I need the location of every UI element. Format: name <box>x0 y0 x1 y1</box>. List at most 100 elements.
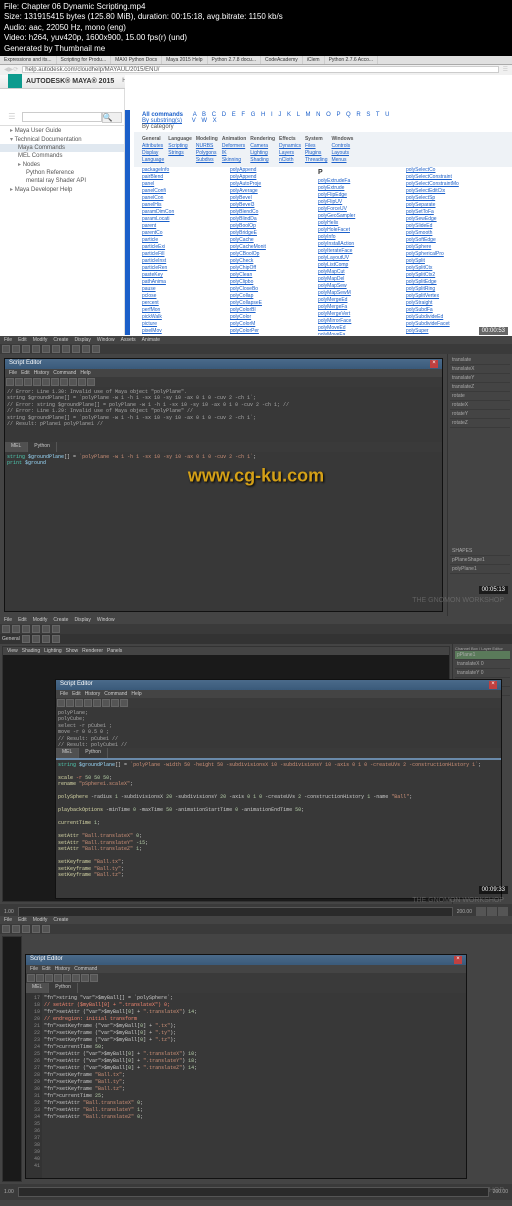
rp-item[interactable]: rotate <box>450 392 510 401</box>
cmd-link[interactable]: polyColorBl <box>230 307 310 314</box>
vp-menu[interactable]: Renderer <box>82 648 103 654</box>
obj-name[interactable]: pPlane1 <box>455 651 510 660</box>
cat-link[interactable]: Lighting <box>250 150 275 156</box>
se-tool[interactable] <box>81 974 89 982</box>
vp-menu[interactable]: Panels <box>107 648 122 654</box>
tool-button[interactable] <box>32 345 40 353</box>
cmd-link[interactable]: polyHoleFacet <box>318 227 398 234</box>
cat-link[interactable]: Display <box>142 150 164 156</box>
se-tool[interactable] <box>120 699 128 707</box>
cmd-link[interactable]: polySoftEdge <box>406 237 486 244</box>
menu-item[interactable]: File <box>4 337 12 343</box>
cmd-link[interactable]: polySelectConstraint <box>406 174 486 181</box>
cat-link[interactable]: Layers <box>279 150 301 156</box>
shelf-btn[interactable] <box>22 635 30 643</box>
shelf-btn[interactable] <box>42 635 50 643</box>
se-tool[interactable] <box>36 974 44 982</box>
cmd-link[interactable]: polySubdFa <box>406 307 486 314</box>
cmd-link[interactable]: pixelMov <box>142 328 222 335</box>
menu-item[interactable]: Assets <box>121 337 136 343</box>
tab-mel[interactable]: MEL <box>5 442 28 452</box>
menu-item[interactable]: File <box>4 917 12 923</box>
cmd-link[interactable]: polyClean <box>230 272 310 279</box>
se-menu[interactable]: History <box>34 370 50 376</box>
menu-item[interactable]: Create <box>53 617 68 623</box>
cat-link[interactable]: Plugins <box>305 150 328 156</box>
cmd-link[interactable]: polySeparate <box>406 202 486 209</box>
cat-link[interactable]: IK <box>222 150 246 156</box>
se-tool[interactable] <box>63 974 71 982</box>
cmd-link[interactable]: polyColorPer <box>230 328 310 335</box>
tab[interactable]: Maya 2015 Help <box>162 56 207 64</box>
cat-link[interactable]: Deformers <box>222 143 246 149</box>
close-icon[interactable]: × <box>430 360 438 368</box>
cmd-link[interactable]: polyMoveFa <box>318 332 398 335</box>
tool-button[interactable] <box>12 625 20 633</box>
se-input[interactable]: "fn">string "var">$myBall[] = `polySpher… <box>42 993 466 1178</box>
cmd-link[interactable]: polyClipbo <box>230 279 310 286</box>
cmd-link[interactable]: polySetToFa <box>406 209 486 216</box>
cat-link[interactable]: Skinning <box>222 157 246 163</box>
cmd-link[interactable]: polySplitVertex <box>406 293 486 300</box>
cmd-link[interactable]: polyMapCut <box>318 269 398 276</box>
cmd-link[interactable]: particleInst <box>142 258 222 265</box>
cmd-link[interactable]: polyListComp <box>318 262 398 269</box>
se-tool[interactable] <box>33 378 41 386</box>
tool-button[interactable] <box>2 925 10 933</box>
alpha-row1[interactable]: A B C D E F G H I J K L M N O P Q R S T … <box>193 112 392 118</box>
tree-shader[interactable]: mental ray Shader API <box>0 177 124 185</box>
cmd-link[interactable]: polyAppend <box>230 174 310 181</box>
tool-button[interactable] <box>2 625 10 633</box>
cmd-link[interactable]: polyAppend <box>230 167 310 174</box>
cmd-link[interactable]: panel <box>142 181 222 188</box>
vp-menu[interactable]: Lighting <box>44 648 62 654</box>
cmd-link[interactable]: polyChipOff <box>230 265 310 272</box>
cat-link[interactable]: Polygons <box>196 150 218 156</box>
tab[interactable]: iClem <box>303 56 325 64</box>
tool-button[interactable] <box>32 925 40 933</box>
cmd-link[interactable]: polySplitCtx2 <box>406 272 486 279</box>
cmd-link[interactable]: pause <box>142 286 222 293</box>
se-tool[interactable] <box>111 699 119 707</box>
tree-maya-cmds[interactable]: Maya Commands <box>0 144 124 152</box>
se-menu[interactable]: File <box>9 370 17 376</box>
cmd-link[interactable]: polyInfo <box>318 234 398 241</box>
tool-button[interactable] <box>12 345 20 353</box>
rp-item[interactable]: rotateY <box>450 410 510 419</box>
menu-item[interactable]: Edit <box>18 917 27 923</box>
cat-link[interactable]: Files <box>305 143 328 149</box>
se-tool[interactable] <box>69 378 77 386</box>
time-end[interactable]: 200.00 <box>457 909 472 915</box>
cmd-link[interactable]: paramLocati <box>142 216 222 223</box>
se-history[interactable]: // Error: Line 1.30: Invalid use of Maya… <box>5 387 442 442</box>
tool-button[interactable] <box>22 625 30 633</box>
se-tool[interactable] <box>84 699 92 707</box>
cmd-link[interactable]: polyMergeFa <box>318 304 398 311</box>
menu-item[interactable]: Window <box>97 617 115 623</box>
reload-icon[interactable]: ⟳ <box>13 66 18 73</box>
menu-item[interactable]: Animate <box>142 337 160 343</box>
cmd-link[interactable]: polyIterateFace <box>318 248 398 255</box>
cmd-link[interactable]: polyStraight <box>406 300 486 307</box>
cmd-link[interactable]: polyCache <box>230 237 310 244</box>
cmd-link[interactable]: picture <box>142 321 222 328</box>
cmd-link[interactable]: polyExtrude <box>318 185 398 192</box>
menu-item[interactable]: Create <box>53 337 68 343</box>
tool-button[interactable] <box>52 345 60 353</box>
time-start[interactable]: 1.00 <box>4 909 14 915</box>
tab[interactable]: Python 2.7.6 Acco... <box>325 56 378 64</box>
cmd-link[interactable]: polyMergeVert <box>318 311 398 318</box>
cmd-link[interactable]: polySewEdge <box>406 216 486 223</box>
cmd-link[interactable]: polySelectCo <box>406 167 486 174</box>
menu-item[interactable]: Modify <box>33 617 48 623</box>
cmd-link[interactable]: polySelectSp <box>406 195 486 202</box>
url-bar[interactable]: help.autodesk.com/cloudhelp/MAYAUL/2015/… <box>22 66 498 73</box>
tool-button[interactable] <box>32 625 40 633</box>
menu-item[interactable]: Edit <box>18 337 27 343</box>
cmd-link[interactable]: pickWalk <box>142 314 222 321</box>
cmd-link[interactable]: percent <box>142 300 222 307</box>
cat-link[interactable]: Language <box>142 157 164 163</box>
rp-item[interactable]: translate <box>450 356 510 365</box>
se-tool[interactable] <box>42 378 50 386</box>
shelf-tab[interactable]: General <box>2 636 20 642</box>
